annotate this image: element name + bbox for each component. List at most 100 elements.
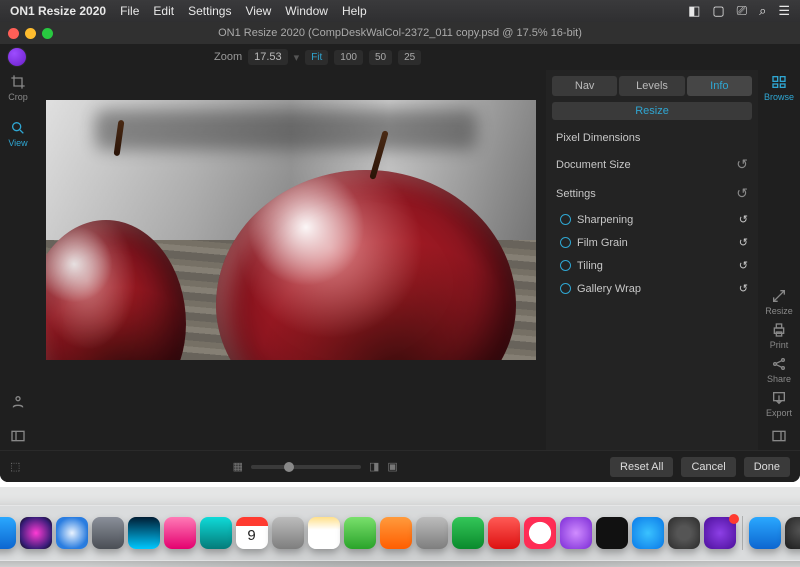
zoom-fit-button[interactable]: Fit [305,50,328,65]
dock-app-pink-icon[interactable] [164,517,196,549]
sub-gallery-wrap[interactable]: Gallery Wrap [577,283,641,295]
dock-finder-icon[interactable] [0,517,16,549]
section-document-size[interactable]: Document Size [556,159,631,171]
zoom-label: Zoom [214,51,242,63]
dock-launchpad-icon[interactable] [92,517,124,549]
canvas-area [36,70,546,450]
toggle-film-grain-icon[interactable] [560,237,571,248]
reset-document-size[interactable]: ↺ [736,156,748,173]
reset-gallery-wrap[interactable]: ↺ [739,282,748,295]
dock-app-gray-icon[interactable] [272,517,304,549]
opacity-slider[interactable] [251,465,361,469]
minimize-window-button[interactable] [25,28,36,39]
menu-settings[interactable]: Settings [188,4,231,18]
control-center-icon[interactable]: ☰ [778,3,790,19]
soft-proof-icon[interactable]: ⬚ [10,460,20,473]
app-window: ON1 Resize 2020 (CompDeskWalCol-2372_011… [0,22,800,482]
dock-news-icon[interactable] [488,517,520,549]
dock-photoshop-icon[interactable] [128,517,160,549]
panel-toggle-left-icon[interactable] [10,428,26,444]
zoom-50-button[interactable]: 50 [369,50,392,65]
done-button[interactable]: Done [744,457,790,477]
dock-messages-icon[interactable] [452,517,484,549]
mac-menubar: ON1 Resize 2020 File Edit Settings View … [0,0,800,22]
airplay-icon[interactable]: ▢ [712,3,724,19]
crop-tool-label: Crop [8,92,28,102]
reset-all-button[interactable]: Reset All [610,457,673,477]
zoom-window-button[interactable] [42,28,53,39]
dock-app-teal-icon[interactable] [200,517,232,549]
section-settings[interactable]: Settings [556,188,596,200]
sub-film-grain[interactable]: Film Grain [577,237,628,249]
reset-sharpening[interactable]: ↺ [739,213,748,226]
dock-app-orange-icon[interactable] [380,517,412,549]
dock-on1-icon[interactable] [704,517,736,549]
mode-print[interactable]: Print [770,322,789,350]
dock-downloads-icon[interactable] [749,517,781,549]
dock-calendar-icon[interactable] [236,517,268,549]
bottom-bar: ⬚ ▦ ◨ ▣ Reset All Cancel Done [0,450,800,482]
zoom-25-button[interactable]: 25 [398,50,421,65]
mode-resize[interactable]: Resize [765,288,793,316]
reset-settings[interactable]: ↺ [736,185,748,202]
mode-browse-label: Browse [764,92,794,102]
dock [0,505,800,561]
menu-edit[interactable]: Edit [153,4,174,18]
zoom-100-button[interactable]: 100 [334,50,363,65]
window-titlebar: ON1 Resize 2020 (CompDeskWalCol-2372_011… [0,22,800,44]
dock-tv-icon[interactable] [596,517,628,549]
dock-podcasts-icon[interactable] [560,517,592,549]
reset-tiling[interactable]: ↺ [739,259,748,272]
sub-tiling[interactable]: Tiling [577,260,603,272]
resize-section-button[interactable]: Resize [552,102,752,120]
close-window-button[interactable] [8,28,19,39]
menu-view[interactable]: View [245,4,271,18]
cancel-button[interactable]: Cancel [681,457,735,477]
mode-export[interactable]: Export [766,390,792,418]
dock-preferences-icon[interactable] [668,517,700,549]
dock-appstore-icon[interactable] [632,517,664,549]
dock-siri-icon[interactable] [20,517,52,549]
mode-share[interactable]: Share [767,356,791,384]
dock-music-icon[interactable] [524,517,556,549]
menu-window[interactable]: Window [285,4,328,18]
menubar-app-name[interactable]: ON1 Resize 2020 [10,4,106,18]
menu-file[interactable]: File [120,4,139,18]
menu-help[interactable]: Help [342,4,367,18]
mode-share-label: Share [767,374,791,384]
mode-browse[interactable]: Browse [764,74,794,102]
tab-levels[interactable]: Levels [619,76,684,96]
presets-icon[interactable] [10,394,26,410]
compare-grid-icon[interactable]: ▦ [233,460,243,473]
toggle-gallery-wrap-icon[interactable] [560,283,571,294]
toggle-sharpening-icon[interactable] [560,214,571,225]
dock-notes-icon[interactable] [308,517,340,549]
reset-film-grain[interactable]: ↺ [739,236,748,249]
tab-info[interactable]: Info [687,76,752,96]
dock-safari-icon[interactable] [56,517,88,549]
top-toolbar: Zoom 17.53 ▾ Fit 100 50 25 [0,44,800,70]
sub-sharpening[interactable]: Sharpening [577,214,633,226]
dock-trash-icon[interactable] [785,517,800,549]
section-pixel-dimensions[interactable]: Pixel Dimensions [556,132,640,144]
view-tool[interactable]: View [8,120,27,148]
view-tool-label: View [8,138,27,148]
crop-tool[interactable]: Crop [8,74,28,102]
dock-mail-icon[interactable] [416,517,448,549]
app-token-icon[interactable] [8,48,26,66]
display-icon[interactable]: ⎚ [737,3,747,19]
right-mode-strip: Browse Resize Print Share Export [758,70,800,450]
toggle-tiling-icon[interactable] [560,260,571,271]
mode-export-label: Export [766,408,792,418]
panel-toggle-right-icon[interactable] [771,428,787,444]
tab-nav[interactable]: Nav [552,76,617,96]
search-icon[interactable]: ⌕ [759,3,766,19]
dock-app-green-icon[interactable] [344,517,376,549]
zoom-value[interactable]: 17.53 [248,49,288,65]
mode-resize-label: Resize [765,306,793,316]
image-canvas[interactable] [46,100,536,360]
window-title: ON1 Resize 2020 (CompDeskWalCol-2372_011… [0,27,800,39]
compare-split-icon[interactable]: ◨ [369,460,379,473]
notification-icon[interactable]: ◧ [688,3,700,19]
compare-full-icon[interactable]: ▣ [387,460,397,473]
